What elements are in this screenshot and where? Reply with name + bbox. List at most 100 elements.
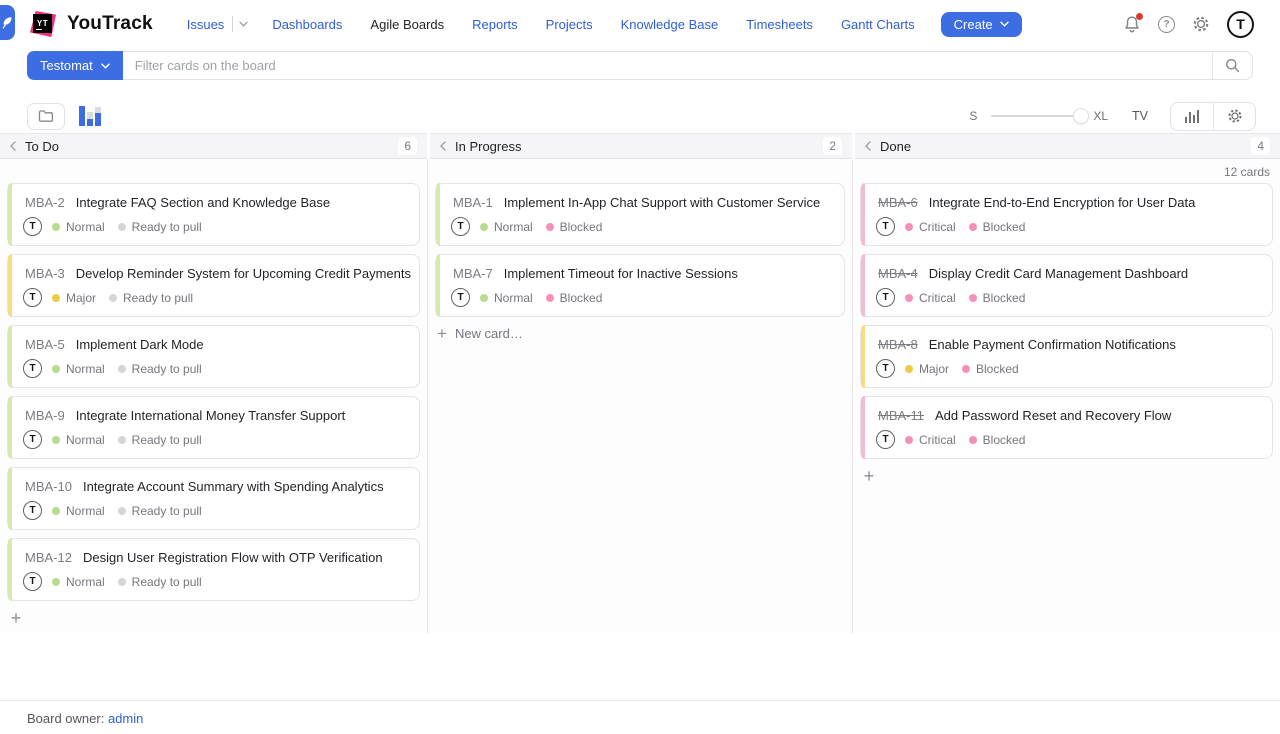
user-avatar[interactable]: T <box>1227 11 1254 38</box>
priority-label[interactable]: Normal <box>66 362 105 376</box>
issue-card[interactable]: MBA-4 Display Credit Card Management Das… <box>860 254 1273 317</box>
nav-item-timesheets[interactable]: Timesheets <box>732 17 827 32</box>
assignee-avatar[interactable]: T <box>23 501 42 520</box>
nav-item-agile-boards[interactable]: Agile Boards <box>356 17 458 32</box>
assignee-avatar[interactable]: T <box>451 288 470 307</box>
assignee-avatar[interactable]: T <box>876 430 895 449</box>
search-button[interactable] <box>1212 52 1252 79</box>
assignee-avatar[interactable]: T <box>23 359 42 378</box>
assignee-avatar[interactable]: T <box>876 288 895 307</box>
assignee-avatar[interactable]: T <box>23 430 42 449</box>
column-title[interactable]: To Do <box>25 139 59 154</box>
issue-card[interactable]: MBA-3 Develop Reminder System for Upcomi… <box>7 254 420 317</box>
new-card-button[interactable]: + New card… <box>437 325 852 342</box>
card-id[interactable]: MBA-8 <box>878 337 918 352</box>
card-id[interactable]: MBA-10 <box>25 479 72 494</box>
state-label[interactable]: Blocked <box>560 220 603 234</box>
priority-label[interactable]: Major <box>66 291 96 305</box>
add-card-button[interactable]: + <box>6 609 26 627</box>
assignee-avatar[interactable]: T <box>451 217 470 236</box>
issue-card[interactable]: MBA-6 Integrate End-to-End Encryption fo… <box>860 183 1273 246</box>
assignee-avatar[interactable]: T <box>876 359 895 378</box>
priority-label[interactable]: Critical <box>919 291 956 305</box>
card-title[interactable]: Implement Timeout for Inactive Sessions <box>504 266 738 281</box>
priority-label[interactable]: Critical <box>919 433 956 447</box>
issue-card[interactable]: MBA-2 Integrate FAQ Section and Knowledg… <box>7 183 420 246</box>
nav-item-projects[interactable]: Projects <box>532 17 607 32</box>
card-id[interactable]: MBA-6 <box>878 195 918 210</box>
card-title[interactable]: Integrate International Money Transfer S… <box>76 408 346 423</box>
card-id[interactable]: MBA-1 <box>453 195 493 210</box>
state-label[interactable]: Blocked <box>983 291 1026 305</box>
state-label[interactable]: Ready to pull <box>132 362 202 376</box>
card-title[interactable]: Add Password Reset and Recovery Flow <box>935 408 1171 423</box>
nav-item-knowledge-base[interactable]: Knowledge Base <box>607 17 733 32</box>
priority-label[interactable]: Critical <box>919 220 956 234</box>
add-card-button[interactable]: + <box>859 467 879 485</box>
board-settings-button[interactable] <box>1213 103 1255 130</box>
issue-card[interactable]: MBA-9 Integrate International Money Tran… <box>7 396 420 459</box>
filter-cards-input[interactable] <box>123 52 1212 79</box>
state-label[interactable]: Ready to pull <box>132 504 202 518</box>
board-selector-button[interactable]: Testomat <box>27 51 123 80</box>
column-title[interactable]: Done <box>880 139 911 154</box>
state-label[interactable]: Ready to pull <box>132 433 202 447</box>
issue-card[interactable]: MBA-1 Implement In-App Chat Support with… <box>435 183 845 246</box>
assignee-avatar[interactable]: T <box>876 217 895 236</box>
priority-label[interactable]: Normal <box>494 220 533 234</box>
issue-card[interactable]: MBA-10 Integrate Account Summary with Sp… <box>7 467 420 530</box>
card-id[interactable]: MBA-11 <box>878 408 924 423</box>
sidebar-toggle[interactable] <box>0 5 15 40</box>
slider-handle[interactable] <box>1073 108 1089 124</box>
priority-label[interactable]: Normal <box>66 220 105 234</box>
nav-item-dashboards[interactable]: Dashboards <box>258 17 356 32</box>
card-title[interactable]: Integrate End-to-End Encryption for User… <box>929 195 1196 210</box>
card-id[interactable]: MBA-5 <box>25 337 65 352</box>
card-size-slider[interactable] <box>991 108 1083 124</box>
issues-dropdown-chevron-icon[interactable] <box>233 21 258 27</box>
assignee-avatar[interactable]: T <box>23 217 42 236</box>
card-title[interactable]: Design User Registration Flow with OTP V… <box>83 550 383 565</box>
column-title[interactable]: In Progress <box>455 139 521 154</box>
burndown-chart-button[interactable] <box>1171 103 1213 130</box>
state-label[interactable]: Ready to pull <box>132 575 202 589</box>
priority-label[interactable]: Normal <box>494 291 533 305</box>
card-id[interactable]: MBA-2 <box>25 195 65 210</box>
assignee-avatar[interactable]: T <box>23 572 42 591</box>
priority-label[interactable]: Normal <box>66 433 105 447</box>
nav-item-gantt-charts[interactable]: Gantt Charts <box>827 17 929 32</box>
collapse-column-icon[interactable] <box>865 141 871 151</box>
card-title[interactable]: Implement Dark Mode <box>76 337 204 352</box>
create-button[interactable]: Create <box>941 12 1022 37</box>
sprints-folder-button[interactable] <box>27 103 65 130</box>
issue-card[interactable]: MBA-12 Design User Registration Flow wit… <box>7 538 420 601</box>
swimlane-chart-toggle[interactable] <box>79 106 102 126</box>
card-title[interactable]: Integrate Account Summary with Spending … <box>83 479 384 494</box>
card-title[interactable]: Develop Reminder System for Upcoming Cre… <box>76 266 411 281</box>
help-icon[interactable]: ? <box>1158 16 1175 33</box>
priority-label[interactable]: Normal <box>66 504 105 518</box>
card-id[interactable]: MBA-12 <box>25 550 72 565</box>
state-label[interactable]: Blocked <box>560 291 603 305</box>
card-id[interactable]: MBA-9 <box>25 408 65 423</box>
state-label[interactable]: Blocked <box>976 362 1019 376</box>
issue-card[interactable]: MBA-11 Add Password Reset and Recovery F… <box>860 396 1273 459</box>
card-id[interactable]: MBA-4 <box>878 266 918 281</box>
card-title[interactable]: Implement In-App Chat Support with Custo… <box>504 195 820 210</box>
youtrack-logo[interactable]: YT <box>30 11 56 37</box>
state-label[interactable]: Blocked <box>983 220 1026 234</box>
issue-card[interactable]: MBA-7 Implement Timeout for Inactive Ses… <box>435 254 845 317</box>
card-title[interactable]: Display Credit Card Management Dashboard <box>929 266 1188 281</box>
issue-card[interactable]: MBA-8 Enable Payment Confirmation Notifi… <box>860 325 1273 388</box>
priority-label[interactable]: Normal <box>66 575 105 589</box>
card-title[interactable]: Enable Payment Confirmation Notification… <box>929 337 1176 352</box>
notifications-bell-icon[interactable] <box>1123 15 1141 34</box>
settings-gear-icon[interactable] <box>1192 15 1210 33</box>
issue-card[interactable]: MBA-5 Implement Dark Mode T Normal Ready… <box>7 325 420 388</box>
priority-label[interactable]: Major <box>919 362 949 376</box>
collapse-column-icon[interactable] <box>440 141 446 151</box>
tv-mode-button[interactable]: TV <box>1132 109 1148 123</box>
card-id[interactable]: MBA-7 <box>453 266 493 281</box>
nav-item-issues[interactable]: Issues <box>173 17 239 32</box>
state-label[interactable]: Blocked <box>983 433 1026 447</box>
